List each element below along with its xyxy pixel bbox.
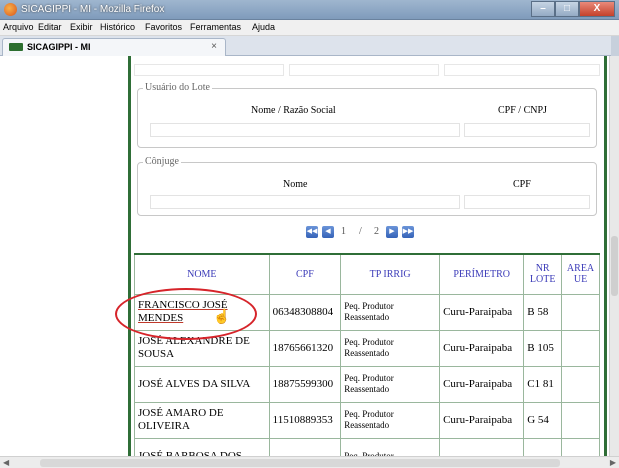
next-page-icon[interactable]: ▶ [386, 226, 398, 238]
row-nr-lote: G 54 [523, 401, 563, 439]
tab-label: SICAGIPPI - MI [27, 42, 91, 52]
frame-border-left [128, 56, 131, 456]
top-field-3[interactable] [444, 64, 600, 76]
usuario-nome-field[interactable] [150, 123, 460, 137]
row-tp-irrig: Peq. Produtor Reassentado [340, 401, 441, 439]
row-nome[interactable]: JOSÉ ALVES DA SILVA [134, 365, 270, 403]
row-cpf [268, 437, 342, 456]
scroll-left-icon[interactable]: ◀ [3, 458, 9, 467]
row-cpf: 11510889353 [268, 401, 342, 439]
row-area-ue [561, 293, 600, 331]
col-perimetro[interactable]: PERÍMETRO [439, 253, 525, 295]
first-page-icon[interactable]: ◀◀ [306, 226, 318, 238]
menu-historico[interactable]: Histórico [100, 22, 135, 32]
total-pages: 2 [374, 226, 379, 237]
col-cpf[interactable]: CPF [268, 253, 342, 295]
row-tp-irrig: Peq. Produtor Reassentado [340, 293, 441, 331]
tab-close-icon[interactable]: × [211, 41, 217, 52]
highlight-circle-annotation [115, 288, 257, 340]
vertical-scrollbar[interactable] [609, 56, 619, 456]
row-nr-lote [523, 437, 563, 456]
page-separator: / [359, 226, 362, 237]
window-title: SICAGIPPI - MI - Mozilla Firefox [21, 4, 165, 15]
menu-exibir[interactable]: Exibir [70, 22, 93, 32]
row-perimetro: Curu-Paraipaba [439, 329, 525, 367]
row-tp-irrig: Peq. Produtor Reassentado [340, 329, 441, 367]
nome-razao-social-label: Nome / Razão Social [251, 105, 336, 116]
usuario-lote-fieldset: Usuário do Lote Nome / Razão Social CPF … [137, 82, 597, 148]
top-field-row [134, 64, 600, 76]
menu-arquivo[interactable]: Arquivo [3, 22, 34, 32]
menu-editar[interactable]: Editar [38, 22, 62, 32]
results-table: NOME CPF TP IRRIG PERÍMETRO NR LOTE AREA… [134, 253, 600, 456]
top-field-2[interactable] [289, 64, 439, 76]
close-window-button[interactable]: X [579, 1, 615, 17]
hand-cursor-icon: ☝ [213, 308, 231, 324]
firefox-icon [4, 3, 17, 16]
row-nr-lote: B 58 [523, 293, 563, 331]
horizontal-scrollbar[interactable]: ◀ ▶ [0, 456, 619, 468]
tabbar-edge [611, 36, 619, 56]
usuario-cpf-field[interactable] [464, 123, 590, 137]
window-titlebar: SICAGIPPI - MI - Mozilla Firefox – □ X [0, 0, 619, 20]
last-page-icon[interactable]: ▶▶ [402, 226, 414, 238]
row-nome[interactable]: JOSÉ BARBOSA DOS [134, 437, 270, 456]
row-tp-irrig: Peq. Produtor [340, 437, 441, 456]
usuario-lote-legend: Usuário do Lote [143, 82, 212, 93]
horizontal-scroll-thumb[interactable] [40, 459, 560, 467]
conjuge-cpf-field[interactable] [464, 195, 590, 209]
scroll-right-icon[interactable]: ▶ [610, 458, 616, 467]
row-perimetro: Curu-Paraipaba [439, 401, 525, 439]
frame-border-right [604, 56, 607, 456]
tab-bar: SICAGIPPI - MI × [0, 36, 619, 56]
menu-bar: Arquivo Editar Exibir Histórico Favorito… [0, 20, 619, 36]
conjuge-nome-label: Nome [283, 179, 308, 190]
row-perimetro [439, 437, 525, 456]
page-content: Usuário do Lote Nome / Razão Social CPF … [0, 56, 609, 456]
table-row[interactable]: JOSÉ ALVES DA SILVA 18875599300 Peq. Pro… [134, 365, 600, 403]
row-cpf: 18765661320 [268, 329, 342, 367]
maximize-button[interactable]: □ [555, 1, 579, 17]
site-favicon-icon [9, 43, 23, 51]
row-nome[interactable]: JOSÉ AMARO DE OLIVEIRA [134, 401, 270, 439]
col-nr-lote[interactable]: NR LOTE [523, 253, 563, 295]
vertical-scroll-thumb[interactable] [611, 236, 618, 296]
conjuge-nome-field[interactable] [150, 195, 460, 209]
menu-ferramentas[interactable]: Ferramentas [190, 22, 241, 32]
cpf-cnpj-label: CPF / CNPJ [498, 105, 547, 116]
row-nr-lote: C1 81 [523, 365, 563, 403]
row-tp-irrig: Peq. Produtor Reassentado [340, 365, 441, 403]
row-cpf: 06348308804 [268, 293, 342, 331]
minimize-button[interactable]: – [531, 1, 555, 17]
row-perimetro: Curu-Paraipaba [439, 293, 525, 331]
row-area-ue [561, 365, 600, 403]
col-tp-irrig[interactable]: TP IRRIG [340, 253, 441, 295]
table-row[interactable]: JOSÉ AMARO DE OLIVEIRA 11510889353 Peq. … [134, 401, 600, 439]
top-field-1[interactable] [134, 64, 284, 76]
row-perimetro: Curu-Paraipaba [439, 365, 525, 403]
row-area-ue [561, 329, 600, 367]
menu-favoritos[interactable]: Favoritos [145, 22, 182, 32]
row-cpf: 18875599300 [268, 365, 342, 403]
row-nr-lote: B 105 [523, 329, 563, 367]
row-area-ue [561, 401, 600, 439]
table-row[interactable]: JOSÉ BARBOSA DOS Peq. Produtor [134, 437, 600, 456]
tab-sicagippi[interactable]: SICAGIPPI - MI × [2, 38, 226, 56]
menu-ajuda[interactable]: Ajuda [252, 22, 275, 32]
conjuge-cpf-label: CPF [513, 179, 531, 190]
conjuge-fieldset: Cônjuge Nome CPF [137, 156, 597, 216]
row-area-ue [561, 437, 600, 456]
col-area-ue[interactable]: AREA UE [561, 253, 600, 295]
prev-page-icon[interactable]: ◀ [322, 226, 334, 238]
window-controls: – □ X [531, 1, 615, 17]
current-page: 1 [341, 226, 346, 237]
conjuge-legend: Cônjuge [143, 156, 181, 167]
